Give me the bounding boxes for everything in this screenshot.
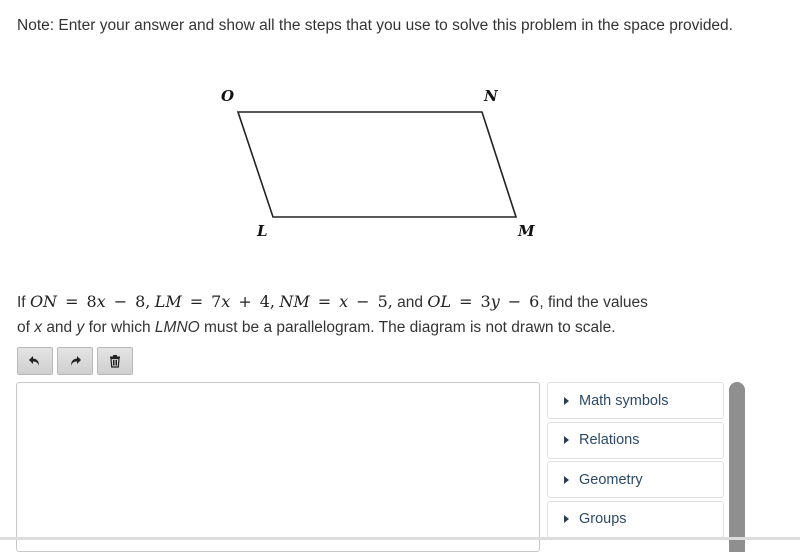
eq1-op: − <box>113 292 128 311</box>
symbol-palette: Math symbols Relations Geometry Groups <box>547 382 724 540</box>
vertex-label-n: N <box>484 87 498 105</box>
parallelogram-diagram: O N L M <box>215 82 555 247</box>
comma: , <box>387 292 393 311</box>
vertex-label-l: L <box>257 222 268 240</box>
equals-sign: = <box>189 292 204 311</box>
editor-toolbar <box>17 347 133 375</box>
caret-right-icon <box>564 515 569 523</box>
text-and: and <box>397 294 424 311</box>
text-find: find the values <box>547 294 648 311</box>
delete-button[interactable] <box>97 347 133 375</box>
equals-sign: = <box>65 292 79 311</box>
eq3-lhs: NM <box>279 292 310 311</box>
eq2-coef: 7 <box>211 292 222 311</box>
parallelogram-shape <box>236 111 518 218</box>
text-for-which: for which <box>88 319 151 336</box>
comma: , <box>269 292 276 311</box>
eq1-lhs: ON <box>29 292 58 311</box>
shape-name: LMNO <box>154 319 200 336</box>
undo-button[interactable] <box>17 347 53 375</box>
redo-button[interactable] <box>57 347 93 375</box>
comma: , <box>539 294 544 311</box>
palette-item-math-symbols[interactable]: Math symbols <box>547 382 724 419</box>
palette-item-label: Relations <box>579 432 640 448</box>
equals-sign: = <box>459 292 473 311</box>
var-x: x <box>34 319 42 336</box>
vertex-label-o: O <box>221 87 235 105</box>
palette-item-groups[interactable]: Groups <box>547 500 724 538</box>
text-if: If <box>17 294 26 311</box>
eq4-op: − <box>507 292 522 311</box>
caret-right-icon <box>564 436 569 444</box>
palette-item-label: Groups <box>579 511 627 527</box>
eq4-coef: 3 <box>480 292 491 311</box>
redo-icon <box>71 356 81 366</box>
trash-icon <box>110 355 120 368</box>
eq2-var: x <box>221 292 231 311</box>
eq2-lhs: LM <box>154 292 182 311</box>
eq2-op: + <box>238 292 252 311</box>
palette-item-relations[interactable]: Relations <box>547 421 724 459</box>
palette-item-geometry[interactable]: Geometry <box>547 461 724 498</box>
undo-icon <box>29 356 39 366</box>
var-y: y <box>76 319 85 336</box>
instruction-note: Note: Enter your answer and show all the… <box>17 17 733 34</box>
eq3-op: − <box>356 292 370 311</box>
equals-sign: = <box>317 292 332 311</box>
answer-editor[interactable] <box>16 382 540 552</box>
text-tail: must be a parallelogram. The diagram is … <box>204 319 616 336</box>
comma: , <box>145 292 151 311</box>
eq2-const: 4 <box>259 292 270 311</box>
palette-item-label: Geometry <box>579 471 643 488</box>
eq4-var: y <box>490 292 500 311</box>
eq3-var: x <box>339 292 349 311</box>
eq3-const: 5 <box>377 292 388 311</box>
palette-scrollbar[interactable] <box>729 382 745 552</box>
eq4-lhs: OL <box>427 292 452 311</box>
caret-right-icon <box>564 475 569 484</box>
vertex-label-m: M <box>518 222 535 240</box>
eq1-const: 8 <box>135 292 146 311</box>
caret-right-icon <box>564 396 569 405</box>
problem-statement: If ON = 8x −8, LM = 7x +4, NM = x −5, and OL = 3y −6… <box>17 289 737 340</box>
text-and2: and <box>46 319 73 336</box>
eq4-const: 6 <box>529 292 540 311</box>
eq1-var: x <box>96 292 106 311</box>
palette-item-label: Math symbols <box>579 392 669 409</box>
text-of: of <box>17 319 30 336</box>
eq1-coef: 8 <box>86 292 97 311</box>
